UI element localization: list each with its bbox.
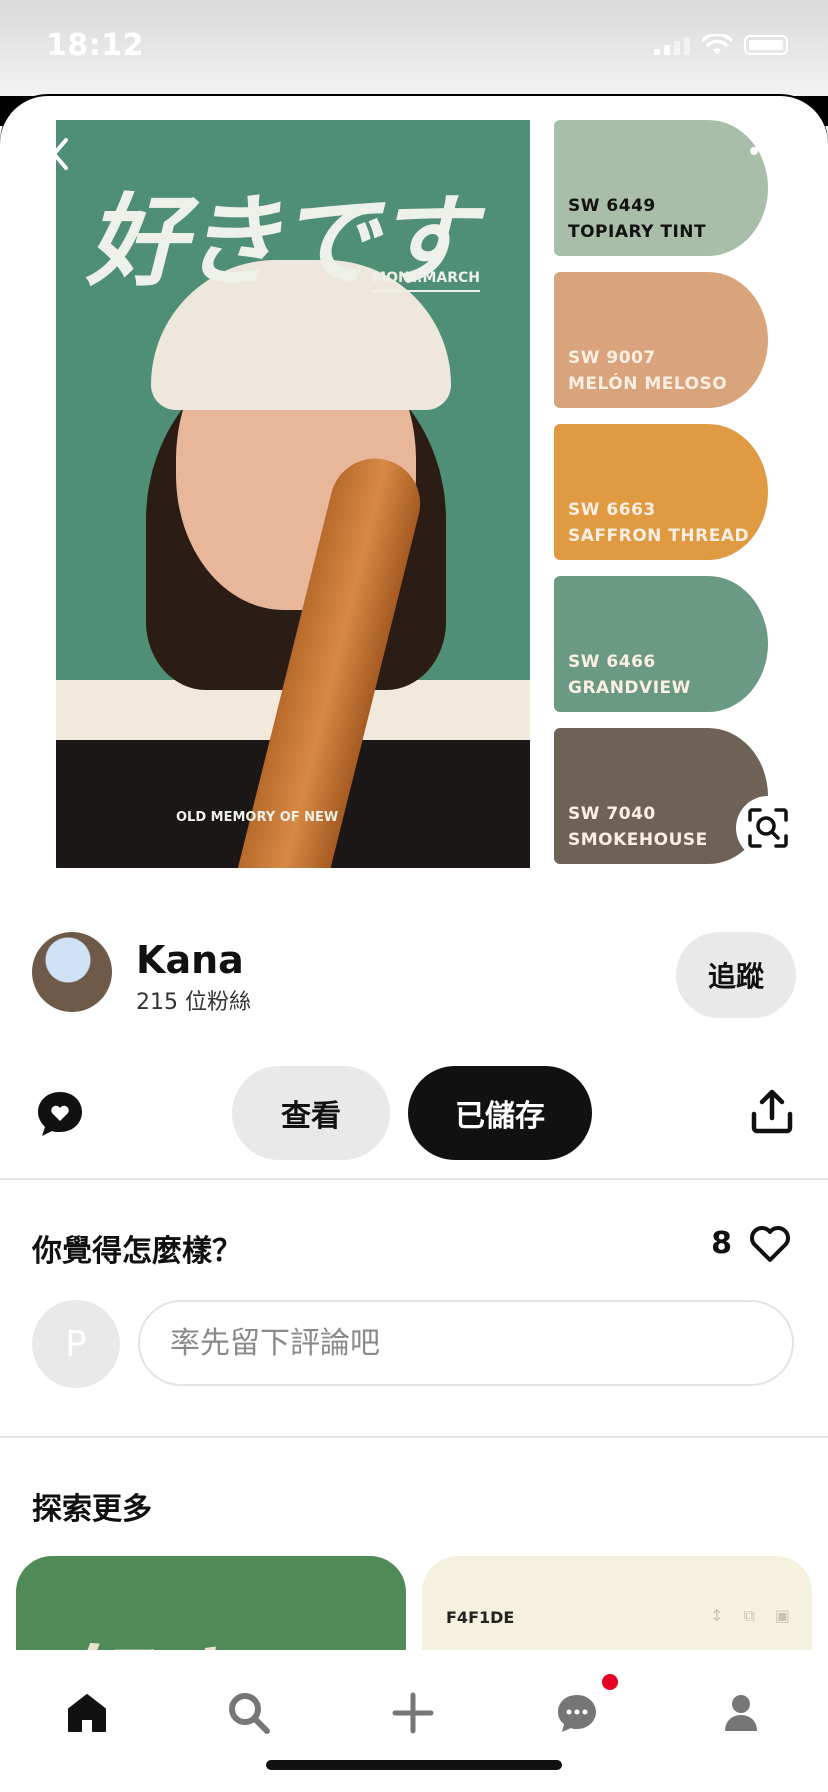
battery-icon (744, 35, 788, 55)
saved-button[interactable]: 已儲存 (408, 1066, 592, 1160)
poster-footer-text: OLD MEMORY OF NEW (176, 810, 339, 825)
tab-home[interactable] (62, 1688, 112, 1738)
heart-icon (750, 1226, 790, 1262)
dot-icon (750, 147, 758, 155)
speech-bubble-heart-icon (38, 1092, 82, 1136)
home-indicator (266, 1760, 562, 1770)
swatch-2: SW 6663 SAFFRON THREAD (554, 424, 768, 560)
follow-button[interactable]: 追蹤 (676, 932, 796, 1018)
tab-create[interactable] (388, 1688, 438, 1738)
comments-title: 你覺得怎麼樣？ (32, 1234, 242, 1269)
comment-input[interactable] (138, 1300, 794, 1386)
dot-icon (764, 147, 772, 155)
visual-search-icon (748, 808, 788, 848)
section-divider (0, 1178, 828, 1180)
swatch-4: SW 7040 SMOKEHOUSE (554, 728, 768, 864)
creator-name[interactable]: Kana (136, 938, 244, 982)
explore-title: 探索更多 (32, 1492, 152, 1527)
poster-image: 好きです MONT.MARCH OLD MEMORY OF NEW (56, 120, 530, 868)
poster-subtitle: MONT.MARCH (372, 270, 480, 292)
creator-followers: 215 位粉絲 (136, 990, 251, 1015)
swatch-name: MELÓN MELOSO (568, 374, 728, 394)
tab-messages[interactable] (552, 1674, 618, 1738)
wifi-icon (702, 34, 732, 54)
section-divider (0, 1436, 828, 1438)
explore-card-icons: ↕ ⧉ ▣ (710, 1606, 790, 1626)
swatch-name: SAFFRON THREAD (568, 526, 750, 546)
home-icon (68, 1694, 106, 1732)
swatch-code: SW 6466 (568, 652, 656, 672)
comment-reaction-button[interactable] (34, 1088, 86, 1140)
visual-search-button[interactable] (736, 796, 800, 860)
swatch-code: SW 9007 (568, 348, 656, 368)
swatch-name: GRANDVIEW (568, 678, 691, 698)
plus-icon (392, 1692, 434, 1734)
swatch-name: TOPIARY TINT (568, 222, 707, 242)
swatch-code: SW 6663 (568, 500, 656, 520)
like-button[interactable] (748, 1224, 792, 1264)
tab-search[interactable] (224, 1688, 274, 1738)
pin-image[interactable]: 好きです MONT.MARCH OLD MEMORY OF NEW SW 644… (0, 96, 828, 870)
status-icons (654, 34, 788, 56)
notification-dot (602, 1674, 618, 1690)
swatch-code: SW 7040 (568, 804, 656, 824)
swatch-1: SW 9007 MELÓN MELOSO (554, 272, 768, 408)
bottom-tab-bar (0, 1650, 828, 1792)
lock-icon: ▣ (774, 1606, 790, 1625)
action-row: 查看 已儲存 (0, 1064, 828, 1160)
swap-icon: ↕ (710, 1606, 724, 1625)
creator-row: Kana 215 位粉絲 追蹤 (32, 932, 796, 1018)
chevron-left-icon (52, 138, 68, 170)
creator-avatar[interactable] (32, 932, 112, 1012)
dot-icon (778, 147, 786, 155)
status-time: 18:12 (46, 28, 144, 63)
explore-card-hex: F4F1DE (446, 1608, 515, 1627)
share-icon (751, 1089, 793, 1134)
current-user-avatar: P (32, 1300, 120, 1388)
swatch-3: SW 6466 GRANDVIEW (554, 576, 768, 712)
search-icon (229, 1693, 270, 1734)
copy-icon: ⧉ (743, 1606, 755, 1625)
swatch-name: SMOKEHOUSE (568, 830, 708, 850)
cellular-signal-icon (654, 35, 690, 55)
status-bar: 18:12 (0, 0, 828, 100)
back-button[interactable] (38, 132, 82, 176)
chat-bubble-icon (558, 1695, 596, 1732)
swatch-code: SW 6449 (568, 196, 656, 216)
tab-profile[interactable] (716, 1688, 766, 1738)
more-options-button[interactable] (742, 136, 794, 166)
swatch-0: SW 6449 TOPIARY TINT (554, 120, 768, 256)
profile-icon (725, 1695, 757, 1731)
share-button[interactable] (746, 1086, 798, 1138)
view-button[interactable]: 查看 (232, 1066, 390, 1160)
like-count: 8 (711, 1226, 732, 1261)
